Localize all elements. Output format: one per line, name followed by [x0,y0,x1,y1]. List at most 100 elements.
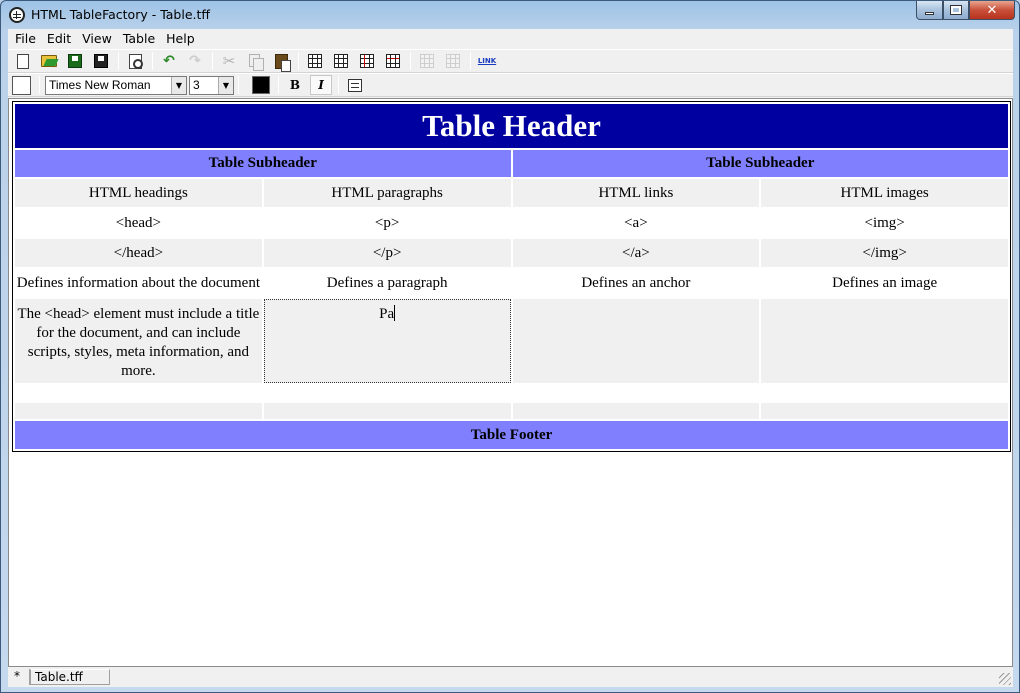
editing-cell[interactable]: Pa [263,299,511,383]
background-color-box[interactable] [12,75,31,95]
save-as-button[interactable] [90,51,112,71]
table-cell[interactable]: Defines an anchor [512,269,760,297]
table-cell[interactable]: HTML paragraphs [263,179,511,207]
undo-button[interactable]: ↶ [158,51,180,71]
table-header-cell[interactable]: Table Header [15,104,1008,148]
insert-table-button[interactable] [304,51,326,71]
title-bar[interactable]: HTML TableFactory - Table.tff ✕ [1,1,1019,29]
link-button[interactable]: LINK [476,51,498,71]
minimize-button[interactable] [916,1,943,20]
table-cell[interactable] [15,385,262,401]
minimize-icon [925,11,934,15]
close-button[interactable]: ✕ [969,1,1015,20]
table-subheader-cell[interactable]: Table Subheader [512,150,1008,177]
paste-icon [274,53,291,72]
insert-table-icon [308,54,322,68]
toolbar-separator [118,52,119,70]
open-button[interactable] [38,51,60,71]
save-button[interactable] [64,51,86,71]
table-cell[interactable]: The <head> element must include a title … [15,299,262,383]
table-footer-cell[interactable]: Table Footer [15,421,1008,449]
chevron-down-icon[interactable]: ▼ [171,76,186,94]
editing-cell-text: Pa [379,306,395,322]
table-cell[interactable]: Defines an image [761,269,1008,297]
table-cell[interactable] [512,403,760,419]
table-cell[interactable] [263,385,511,401]
redo-icon: ↷ [189,53,201,69]
menu-bar: File Edit View Table Help [8,29,1013,48]
table-cell[interactable] [761,403,1008,419]
close-icon: ✕ [986,2,998,18]
table-cell[interactable]: <img> [761,209,1008,237]
table-cell[interactable]: </img> [761,239,1008,267]
table-cell[interactable] [512,385,760,401]
menu-file[interactable]: File [11,29,43,48]
table-cell[interactable]: </a> [512,239,760,267]
table-cell[interactable] [761,385,1008,401]
table-properties-button[interactable] [330,51,352,71]
toolbar-separator [338,76,339,94]
menu-view[interactable]: View [78,29,119,48]
resize-grip-icon[interactable] [999,673,1011,685]
cut-icon: ✂ [222,52,236,70]
delete-column-button[interactable] [416,51,438,71]
table-cell[interactable]: HTML links [512,179,760,207]
table-cell[interactable]: HTML images [761,179,1008,207]
window-controls: ✕ [916,1,1015,21]
delete-row-icon [446,54,460,68]
chevron-down-icon[interactable]: ▼ [218,76,233,94]
table-cell[interactable]: Defines a paragraph [263,269,511,297]
delete-column-icon [420,54,434,68]
client-area: File Edit View Table Help ↶ ↷ ✂ LINK Tim… [8,29,1013,687]
table-row: HTML headings HTML paragraphs HTML links… [15,179,1008,207]
align-button[interactable] [344,75,366,95]
preview-button[interactable] [124,51,146,71]
status-bar: * Table.tff [8,667,1013,687]
table-editor[interactable]: Table Header Table Subheader Table Subhe… [8,98,1013,667]
menu-edit[interactable]: Edit [43,29,78,48]
save-icon [68,54,82,68]
maximize-button[interactable] [943,1,969,20]
italic-button[interactable]: I [310,75,332,95]
redo-button[interactable]: ↷ [184,51,206,71]
toolbar-separator [470,52,471,70]
menu-table[interactable]: Table [119,29,162,48]
insert-column-icon [360,54,374,68]
insert-row-icon [386,54,400,68]
table-cell[interactable]: <p> [263,209,511,237]
table-row [15,403,1008,419]
text-color-button[interactable] [252,76,270,94]
table-cell[interactable] [761,299,1008,383]
table-subheader-cell[interactable]: Table Subheader [15,150,511,177]
table-cell[interactable]: </p> [263,239,511,267]
insert-row-button[interactable] [382,51,404,71]
toolbar-separator [152,52,153,70]
align-icon [348,78,362,92]
table-row: </head> </p> </a> </img> [15,239,1008,267]
table-cell[interactable]: Defines information about the document [15,269,262,297]
table-row: The <head> element must include a title … [15,299,1008,383]
cut-button[interactable]: ✂ [218,51,240,71]
maximize-icon [950,5,962,15]
insert-column-button[interactable] [356,51,378,71]
table-cell[interactable] [263,403,511,419]
delete-row-button[interactable] [442,51,464,71]
size-select[interactable]: 3 ▼ [189,75,234,95]
open-icon [41,55,57,67]
main-toolbar: ↶ ↷ ✂ LINK [8,49,1013,73]
copy-button[interactable] [244,51,266,71]
toolbar-separator [238,76,239,94]
table-cell[interactable]: <a> [512,209,760,237]
new-button[interactable] [12,51,34,71]
bold-button[interactable]: B [284,75,306,95]
table-cell[interactable]: </head> [15,239,262,267]
app-icon[interactable] [9,7,25,23]
paste-button[interactable] [270,51,292,72]
menu-help[interactable]: Help [162,29,202,48]
text-caret [394,305,396,321]
table-cell[interactable] [15,403,262,419]
font-select[interactable]: Times New Roman ▼ [45,75,187,95]
table-cell[interactable]: HTML headings [15,179,262,207]
table-cell[interactable] [512,299,760,383]
table-cell[interactable]: <head> [15,209,262,237]
